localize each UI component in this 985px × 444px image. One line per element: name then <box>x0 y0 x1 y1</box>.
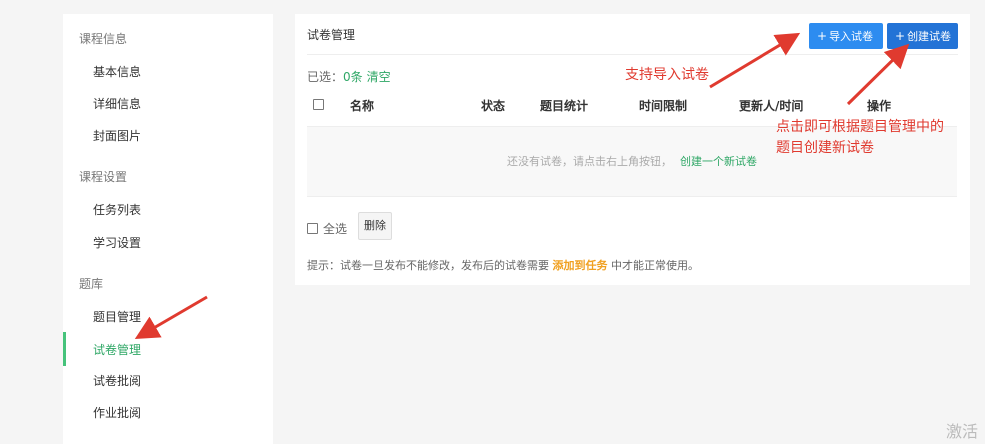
sidebar-item-task-list[interactable]: 任务列表 <box>93 201 141 218</box>
header-divider <box>307 54 958 55</box>
create-paper-button[interactable]: + 创建试卷 <box>887 23 958 49</box>
select-all-label: 全选 <box>323 222 348 236</box>
page-title: 试卷管理 <box>307 28 356 42</box>
empty-message-text: 还没有试卷，请点击右上角按钮， <box>507 155 672 168</box>
select-all-checkbox[interactable]: 全选 <box>307 220 347 237</box>
selected-count: 0条 <box>343 70 363 84</box>
plus-icon: + <box>895 29 906 43</box>
header-checkbox[interactable] <box>313 99 324 113</box>
selected-label: 已选： <box>307 70 344 84</box>
column-updater-time: 更新人/时间 <box>739 99 804 113</box>
annotation-import-note: 支持导入试卷 <box>625 67 709 83</box>
tip-prefix: 提示：试卷一旦发布不能修改，发布后的试卷需要 <box>307 259 549 272</box>
clear-selection-link[interactable]: 清空 <box>367 70 391 84</box>
tip-suffix: 中才能正常使用。 <box>611 259 699 272</box>
sidebar: 课程信息 基本信息 详细信息 封面图片 课程设置 任务列表 学习设置 题库 题目… <box>63 14 273 444</box>
sidebar-item-paper-management[interactable]: 试卷管理 <box>93 341 141 358</box>
sidebar-group-question-bank: 题库 <box>79 277 104 291</box>
delete-button[interactable]: 删除 <box>358 212 392 240</box>
sidebar-item-study-settings[interactable]: 学习设置 <box>93 234 141 251</box>
checkbox[interactable] <box>307 223 318 234</box>
tip-text: 提示：试卷一旦发布不能修改，发布后的试卷需要 添加到任务 中才能正常使用。 <box>307 257 699 273</box>
sidebar-item-homework-review[interactable]: 作业批阅 <box>93 404 141 421</box>
sidebar-item-question-management[interactable]: 题目管理 <box>93 308 141 325</box>
activation-watermark: 激活 <box>946 422 979 441</box>
create-paper-label: 创建试卷 <box>907 30 952 43</box>
checkbox[interactable] <box>313 99 324 110</box>
selection-summary: 已选：0条 清空 <box>307 68 391 85</box>
create-new-paper-link[interactable]: 创建一个新试卷 <box>680 155 757 168</box>
sidebar-item-basic-info[interactable]: 基本信息 <box>93 63 141 80</box>
annotation-create-note-line2: 题目创建新试卷 <box>776 140 874 156</box>
sidebar-group-course-settings: 课程设置 <box>79 170 128 184</box>
column-status: 状态 <box>481 99 506 113</box>
sidebar-group-course-info: 课程信息 <box>79 32 128 46</box>
sidebar-item-cover-image[interactable]: 封面图片 <box>93 127 141 144</box>
column-actions: 操作 <box>867 99 892 113</box>
sidebar-item-paper-review[interactable]: 试卷批阅 <box>93 372 141 389</box>
import-paper-button[interactable]: + 导入试卷 <box>809 23 883 49</box>
column-name: 名称 <box>350 99 375 113</box>
sidebar-active-indicator <box>63 332 66 366</box>
column-time-limit: 时间限制 <box>639 99 688 113</box>
column-question-stats: 题目统计 <box>540 99 589 113</box>
annotation-create-note-line1: 点击即可根据题目管理中的 <box>776 119 944 135</box>
plus-icon: + <box>817 29 828 43</box>
add-to-task-link[interactable]: 添加到任务 <box>553 259 608 272</box>
import-paper-label: 导入试卷 <box>829 30 874 43</box>
sidebar-item-detail-info[interactable]: 详细信息 <box>93 95 141 112</box>
